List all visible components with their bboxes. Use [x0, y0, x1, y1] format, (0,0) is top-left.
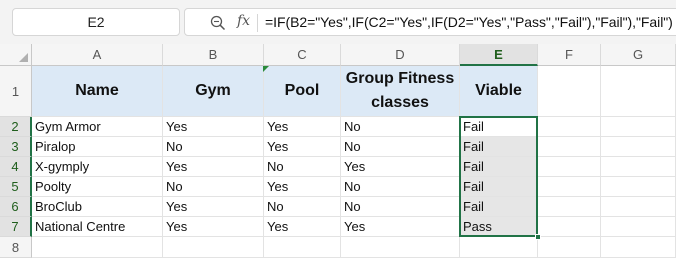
empty-cell[interactable] — [538, 197, 601, 217]
table-cell-group[interactable]: No — [341, 177, 460, 197]
table-cell-pool[interactable]: No — [264, 157, 341, 177]
column-header-f[interactable]: F — [538, 44, 601, 66]
formula-input[interactable]: fx =IF(B2="Yes",IF(C2="Yes",IF(D2="Yes",… — [184, 8, 676, 36]
empty-cell[interactable] — [601, 177, 676, 197]
formula-text[interactable]: =IF(B2="Yes",IF(C2="Yes",IF(D2="Yes","Pa… — [265, 14, 673, 30]
row-header-4[interactable]: 4 — [0, 157, 32, 177]
header-cell-pool[interactable]: Pool — [264, 66, 341, 117]
table-cell-viable[interactable]: Fail — [460, 117, 538, 137]
table-cell-name[interactable]: National Centre — [32, 217, 163, 237]
header-cell-name[interactable]: Name — [32, 66, 163, 117]
empty-cell[interactable] — [341, 237, 460, 258]
cell-g1[interactable] — [601, 66, 676, 117]
empty-cell[interactable] — [538, 217, 601, 237]
table-cell-group[interactable]: Yes — [341, 217, 460, 237]
column-header-c[interactable]: C — [264, 44, 341, 66]
table-cell-name[interactable]: Poolty — [32, 177, 163, 197]
name-box[interactable]: E2 — [12, 8, 180, 36]
table-cell-viable[interactable]: Pass — [460, 217, 538, 237]
table-cell-viable[interactable]: Fail — [460, 157, 538, 177]
table-cell-gym[interactable]: No — [163, 137, 264, 157]
cell-f1[interactable] — [538, 66, 601, 117]
empty-cell[interactable] — [163, 237, 264, 258]
table-cell-gym[interactable]: Yes — [163, 217, 264, 237]
empty-cell[interactable] — [538, 137, 601, 157]
empty-cell[interactable] — [601, 237, 676, 258]
column-header-e[interactable]: E — [460, 44, 538, 66]
formula-bar: E2 fx =IF(B2="Yes",IF(C2="Yes",IF(D2="Ye… — [0, 0, 676, 44]
table-cell-name[interactable]: X-gymply — [32, 157, 163, 177]
table-cell-name[interactable]: Piralop — [32, 137, 163, 157]
table-cell-group[interactable]: No — [341, 197, 460, 217]
empty-cell[interactable] — [601, 217, 676, 237]
empty-cell[interactable] — [538, 237, 601, 258]
header-cell-viable[interactable]: Viable — [460, 66, 538, 117]
column-header-g[interactable]: G — [601, 44, 676, 66]
select-all-corner[interactable] — [0, 44, 32, 66]
table-cell-gym[interactable]: Yes — [163, 157, 264, 177]
empty-cell[interactable] — [538, 117, 601, 137]
table-cell-group[interactable]: No — [341, 137, 460, 157]
empty-cell[interactable] — [601, 157, 676, 177]
table-cell-gym[interactable]: Yes — [163, 197, 264, 217]
table-cell-viable[interactable]: Fail — [460, 197, 538, 217]
table-cell-pool[interactable]: No — [264, 197, 341, 217]
table-cell-group[interactable]: Yes — [341, 157, 460, 177]
empty-cell[interactable] — [32, 237, 163, 258]
fill-handle[interactable] — [535, 234, 541, 240]
formula-divider — [257, 14, 258, 32]
row-header-6[interactable]: 6 — [0, 197, 32, 217]
table-cell-pool[interactable]: Yes — [264, 117, 341, 137]
row-header-8[interactable]: 8 — [0, 237, 32, 258]
table-cell-group[interactable]: No — [341, 117, 460, 137]
column-header-b[interactable]: B — [163, 44, 264, 66]
empty-cell[interactable] — [538, 177, 601, 197]
empty-cell[interactable] — [460, 237, 538, 258]
table-cell-viable[interactable]: Fail — [460, 137, 538, 157]
table-cell-pool[interactable]: Yes — [264, 217, 341, 237]
table-cell-name[interactable]: Gym Armor — [32, 117, 163, 137]
select-all-triangle — [19, 53, 28, 62]
empty-cell[interactable] — [538, 157, 601, 177]
insert-function-icon[interactable]: fx — [237, 13, 250, 29]
header-cell-group-fitness[interactable]: Group Fitness classes — [341, 66, 460, 117]
column-header-d[interactable]: D — [341, 44, 460, 66]
table-cell-pool[interactable]: Yes — [264, 137, 341, 157]
row-header-3[interactable]: 3 — [0, 137, 32, 157]
empty-cell[interactable] — [601, 197, 676, 217]
empty-cell[interactable] — [264, 237, 341, 258]
header-cell-gym[interactable]: Gym — [163, 66, 264, 117]
error-indicator — [263, 66, 269, 72]
table-cell-gym[interactable]: No — [163, 177, 264, 197]
row-header-2[interactable]: 2 — [0, 117, 32, 137]
row-header-7[interactable]: 7 — [0, 217, 32, 237]
row-header-5[interactable]: 5 — [0, 177, 32, 197]
empty-cell[interactable] — [601, 117, 676, 137]
table-cell-name[interactable]: BroClub — [32, 197, 163, 217]
table-cell-pool[interactable]: Yes — [264, 177, 341, 197]
table-cell-gym[interactable]: Yes — [163, 117, 264, 137]
column-header-a[interactable]: A — [32, 44, 163, 66]
empty-cell[interactable] — [601, 137, 676, 157]
zoom-icon[interactable] — [209, 14, 227, 32]
table-cell-viable[interactable]: Fail — [460, 177, 538, 197]
row-header-1[interactable]: 1 — [0, 66, 32, 117]
